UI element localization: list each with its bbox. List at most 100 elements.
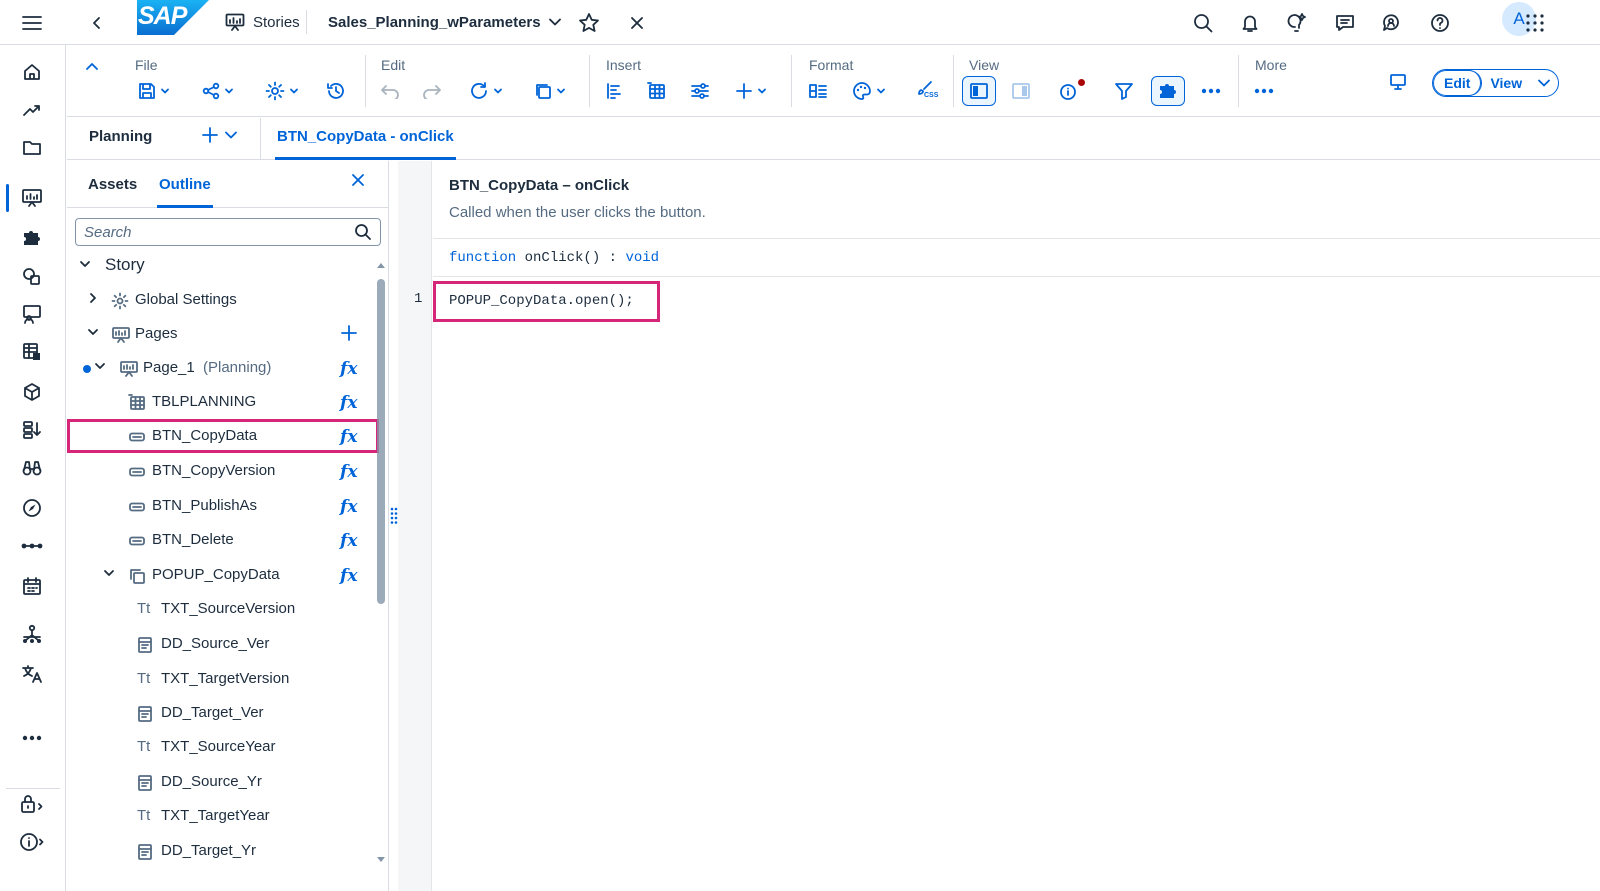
edit-mode-button[interactable]: Edit xyxy=(1433,70,1483,96)
scroll-up-arrow-icon[interactable] xyxy=(376,261,386,269)
notifications-bell-icon[interactable] xyxy=(1233,6,1267,40)
script-fx-icon[interactable]: fx xyxy=(340,531,357,551)
binoculars-icon[interactable] xyxy=(12,451,52,485)
back-icon[interactable] xyxy=(80,6,114,40)
folder-icon[interactable] xyxy=(12,131,52,165)
tab-outline[interactable]: Outline xyxy=(157,176,213,208)
just-ask-icon[interactable] xyxy=(1280,6,1314,40)
script-fx-icon[interactable]: fx xyxy=(340,393,357,413)
search-input[interactable] xyxy=(84,223,354,241)
panel-splitter[interactable] xyxy=(390,161,398,891)
chevron-down-icon[interactable] xyxy=(87,326,99,338)
more-button[interactable] xyxy=(1251,76,1277,106)
redo-button[interactable] xyxy=(419,76,445,106)
script-fx-icon[interactable]: fx xyxy=(340,497,357,517)
presentation-icon[interactable] xyxy=(12,297,52,331)
share-button[interactable] xyxy=(197,76,239,106)
close-story-icon[interactable] xyxy=(620,6,654,40)
custom-widget-toggle[interactable] xyxy=(1151,76,1185,106)
filter-button[interactable] xyxy=(1111,76,1137,106)
favorite-star-icon[interactable] xyxy=(572,6,606,40)
chevron-down-icon[interactable] xyxy=(94,360,106,372)
stories-icon[interactable] xyxy=(6,181,52,215)
close-icon[interactable] xyxy=(351,173,365,187)
more-icon[interactable] xyxy=(12,721,52,755)
tree-item-txt-targetversion[interactable]: Tt TXT_TargetVersion xyxy=(67,662,379,696)
home-icon[interactable] xyxy=(12,55,52,89)
insert-add-button[interactable] xyxy=(730,76,772,106)
splitter-grip-icon[interactable] xyxy=(390,507,398,525)
save-button[interactable] xyxy=(133,76,175,106)
view-more-button[interactable] xyxy=(1198,76,1224,106)
tree-item-dd-target-ver[interactable]: DD_Target_Ver xyxy=(67,696,379,730)
collapse-toolbar-chevron-up-icon[interactable] xyxy=(79,51,105,81)
discussions-icon[interactable] xyxy=(1375,6,1409,40)
menu-icon[interactable] xyxy=(15,6,49,40)
copy-button[interactable] xyxy=(529,76,571,106)
hierarchy-icon[interactable] xyxy=(12,617,52,651)
tree-item-txt-sourceversion[interactable]: Tt TXT_SourceVersion xyxy=(67,592,379,626)
tree-item-tblplanning[interactable]: TBLPLANNING fx xyxy=(67,385,379,419)
info-icon[interactable] xyxy=(12,825,52,859)
tree-item-page-1[interactable]: Page_1 (Planning) fx xyxy=(67,351,379,385)
outline-scrollbar-thumb[interactable] xyxy=(377,279,385,604)
insert-table-button[interactable] xyxy=(644,76,670,106)
search-icon[interactable] xyxy=(354,223,372,241)
plugin-icon[interactable] xyxy=(12,221,52,255)
help-icon[interactable] xyxy=(1423,6,1457,40)
code-line-1[interactable]: POPUP_CopyData.open(); xyxy=(433,281,660,322)
refresh-button[interactable] xyxy=(465,76,507,106)
add-page-icon[interactable] xyxy=(340,324,358,342)
feedback-icon[interactable] xyxy=(1328,6,1362,40)
chevron-down-icon[interactable] xyxy=(103,567,115,579)
data-action-icon[interactable] xyxy=(12,413,52,447)
tree-item-dd-target-yr[interactable]: DD_Target_Yr xyxy=(67,834,379,868)
right-side-panel-toggle[interactable] xyxy=(1008,76,1034,106)
stories-breadcrumb[interactable]: Stories xyxy=(225,8,300,36)
left-side-panel-toggle[interactable] xyxy=(962,76,996,106)
security-icon[interactable] xyxy=(12,787,52,821)
theme-button[interactable] xyxy=(848,76,890,106)
model-cube-icon[interactable] xyxy=(12,375,52,409)
search-icon[interactable] xyxy=(1186,6,1220,40)
product-switch-grid-icon[interactable] xyxy=(1518,6,1552,40)
view-mode-dropdown[interactable]: View xyxy=(1482,75,1558,91)
tree-item-dd-source-yr[interactable]: DD_Source_Yr xyxy=(67,765,379,799)
tree-item-popup-copydata[interactable]: POPUP_CopyData fx xyxy=(67,558,379,592)
analytic-app-icon[interactable] xyxy=(12,259,52,293)
tab-assets[interactable]: Assets xyxy=(88,176,137,193)
present-monitor-button[interactable] xyxy=(1385,67,1411,97)
tree-item-btn-copyversion[interactable]: BTN_CopyVersion fx xyxy=(67,454,379,488)
trend-icon[interactable] xyxy=(12,93,52,127)
scroll-down-arrow-icon[interactable] xyxy=(376,856,386,864)
tree-item-txt-sourceyear[interactable]: Tt TXT_SourceYear xyxy=(67,730,379,764)
css-button[interactable]: CSS xyxy=(913,76,941,106)
insert-chart-button[interactable] xyxy=(601,76,627,106)
tree-item-story[interactable]: Story xyxy=(67,249,379,283)
settings-button[interactable] xyxy=(261,76,303,106)
insert-input-control-button[interactable] xyxy=(687,76,713,106)
undo-button[interactable] xyxy=(377,76,403,106)
version-history-button[interactable] xyxy=(323,76,349,106)
script-fx-icon[interactable]: fx xyxy=(340,462,357,482)
tree-item-txt-targetyear[interactable]: Tt TXT_TargetYear xyxy=(67,799,379,833)
calendar-icon[interactable] xyxy=(12,569,52,603)
layout-button[interactable] xyxy=(805,76,831,106)
compass-icon[interactable] xyxy=(12,491,52,525)
script-fx-icon[interactable]: fx xyxy=(340,359,357,379)
script-fx-icon[interactable]: fx xyxy=(340,566,357,586)
chevron-right-icon[interactable] xyxy=(87,292,99,304)
translation-icon[interactable] xyxy=(12,657,52,691)
chevron-down-icon[interactable] xyxy=(79,258,91,270)
connector-icon[interactable] xyxy=(12,529,52,563)
info-panel-button[interactable] xyxy=(1051,76,1087,106)
tree-item-global-settings[interactable]: Global Settings xyxy=(67,283,379,317)
dataset-icon[interactable] xyxy=(12,335,52,369)
tab-script-btn-copydata-onclick[interactable]: BTN_CopyData - onClick xyxy=(275,118,456,160)
tree-item-btn-copydata[interactable]: BTN_CopyData fx xyxy=(67,419,379,453)
tree-item-pages[interactable]: Pages xyxy=(67,317,379,351)
tree-item-dd-source-ver[interactable]: DD_Source_Ver xyxy=(67,627,379,661)
outline-search-field[interactable] xyxy=(75,218,381,246)
tab-planning[interactable]: Planning xyxy=(89,128,152,145)
tree-item-btn-publishas[interactable]: BTN_PublishAs fx xyxy=(67,489,379,523)
